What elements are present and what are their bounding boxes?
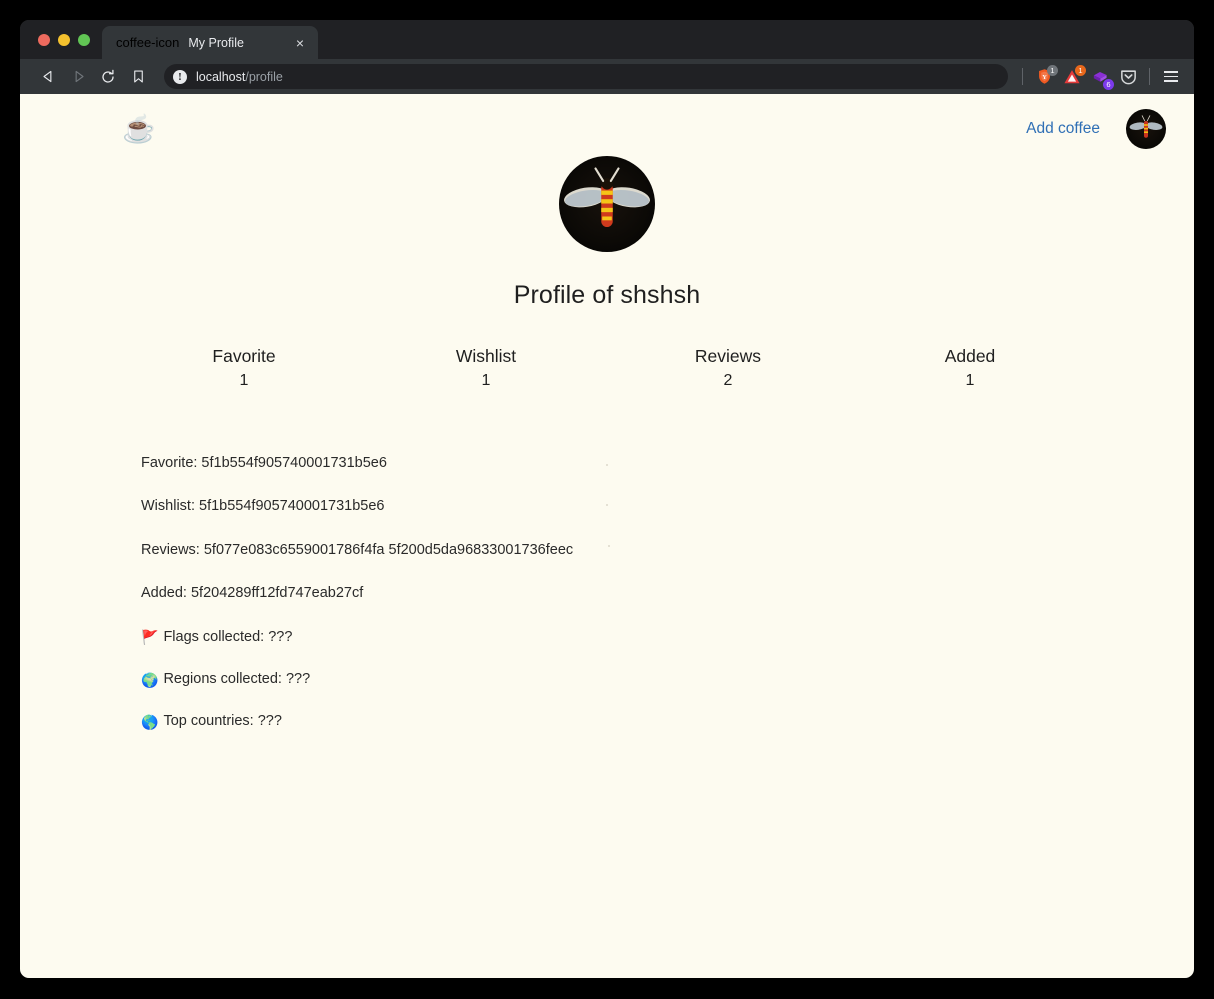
detail-added: Added: 5f204289ff12fd747eab27cf [141,585,364,602]
window-minimize-button[interactable] [58,33,70,46]
coffee-icon: coffee-icon [116,35,180,50]
collect-regions-label: Regions collected: ??? [163,670,311,687]
stat-label: Favorite [212,346,276,366]
tab-strip: coffee-icon My Profile × [20,20,1194,59]
toolbar-divider-right [1149,68,1150,85]
toolbar-divider-left [1022,68,1023,85]
detail-wishlist: Wishlist: 5f1b554f905740001731b5e6 [141,498,385,515]
url-path: /profile [245,69,283,84]
red-flag-icon: 🚩 [141,629,159,646]
window-traffic-lights [20,20,102,59]
render-artifact [606,464,608,466]
warning-badge: 1 [1075,64,1086,76]
page-viewport: ☕ Add coffee Profile of shshsh Favorite … [20,94,1194,978]
detail-favorite: Favorite: 5f1b554f905740001731b5e6 [141,455,387,471]
svg-text:Y: Y [1042,74,1047,81]
extension-puzzle-icon[interactable]: 6 [1087,64,1114,90]
stat-value: 1 [481,372,491,389]
detail-reviews: Reviews: 5f077e083c6559001786f4fa 5f200d… [141,541,574,558]
brave-shields-icon[interactable]: Y 1 [1031,64,1058,90]
stat-label: Wishlist [455,346,517,366]
reload-icon[interactable] [94,64,122,90]
hamburger-menu-icon[interactable] [1158,64,1184,90]
stat-value: 1 [965,372,975,389]
forward-icon[interactable] [64,64,92,90]
stat-favorite: Favorite 1 [196,346,292,390]
site-header: ☕ Add coffee [20,94,1194,152]
stat-wishlist: Wishlist 1 [438,346,534,390]
toolbar-extensions: Y 1 1 6 [1016,64,1184,90]
pocket-icon[interactable] [1115,64,1141,90]
moth-graphic-large [564,167,650,228]
header-avatar[interactable] [1126,109,1166,149]
browser-window: coffee-icon My Profile × ! localhost /pr… [20,20,1194,978]
collect-top-countries: 🌎 Top countries: ??? [141,713,1194,730]
stat-reviews: Reviews 2 [680,346,776,390]
profile-stats: Favorite 1 Wishlist 1 Reviews 2 Added 1 [20,346,1194,390]
collect-top-countries-label: Top countries: ??? [163,713,282,730]
tab-title: My Profile [188,35,244,50]
window-maximize-button[interactable] [78,33,90,46]
warning-triangle-icon[interactable]: 1 [1059,64,1086,90]
bookmark-icon[interactable] [124,64,152,90]
page-title: Profile of shshsh [513,281,701,309]
collect-flags: 🚩 Flags collected: ??? [141,629,1194,646]
add-coffee-link[interactable]: Add coffee [1026,120,1100,138]
header-actions: Add coffee [1026,109,1166,149]
window-close-button[interactable] [38,33,50,46]
back-icon[interactable] [34,64,62,90]
globe-europe-icon: 🌍 [141,671,159,688]
url-bar[interactable]: ! localhost /profile [164,64,1008,89]
coffee-logo-icon[interactable]: ☕ [122,115,156,143]
globe-americas-icon: 🌎 [141,714,159,731]
stat-label: Added [944,346,996,366]
stat-value: 2 [723,372,733,389]
profile-details: Favorite: 5f1b554f905740001731b5e6 Wishl… [20,455,1194,731]
stat-value: 1 [239,372,249,389]
brave-shields-badge: 1 [1047,64,1058,76]
collect-flags-label: Flags collected: ??? [163,628,293,645]
moth-graphic-small [1129,115,1163,138]
url-host: localhost [196,69,246,84]
profile-main: Profile of shshsh Favorite 1 Wishlist 1 … [20,152,1194,390]
stat-label: Reviews [694,346,762,366]
render-artifact [606,504,608,506]
tab-close-icon[interactable]: × [292,36,308,50]
navigation-toolbar: ! localhost /profile Y 1 1 6 [20,59,1194,94]
profile-avatar [559,156,655,252]
collect-regions: 🌍 Regions collected: ??? [141,671,1194,688]
tab-my-profile[interactable]: coffee-icon My Profile × [102,26,318,59]
extension-badge: 6 [1103,78,1114,90]
render-artifact [608,545,610,547]
stat-added: Added 1 [922,346,1018,390]
site-info-warning-icon[interactable]: ! [173,69,187,84]
